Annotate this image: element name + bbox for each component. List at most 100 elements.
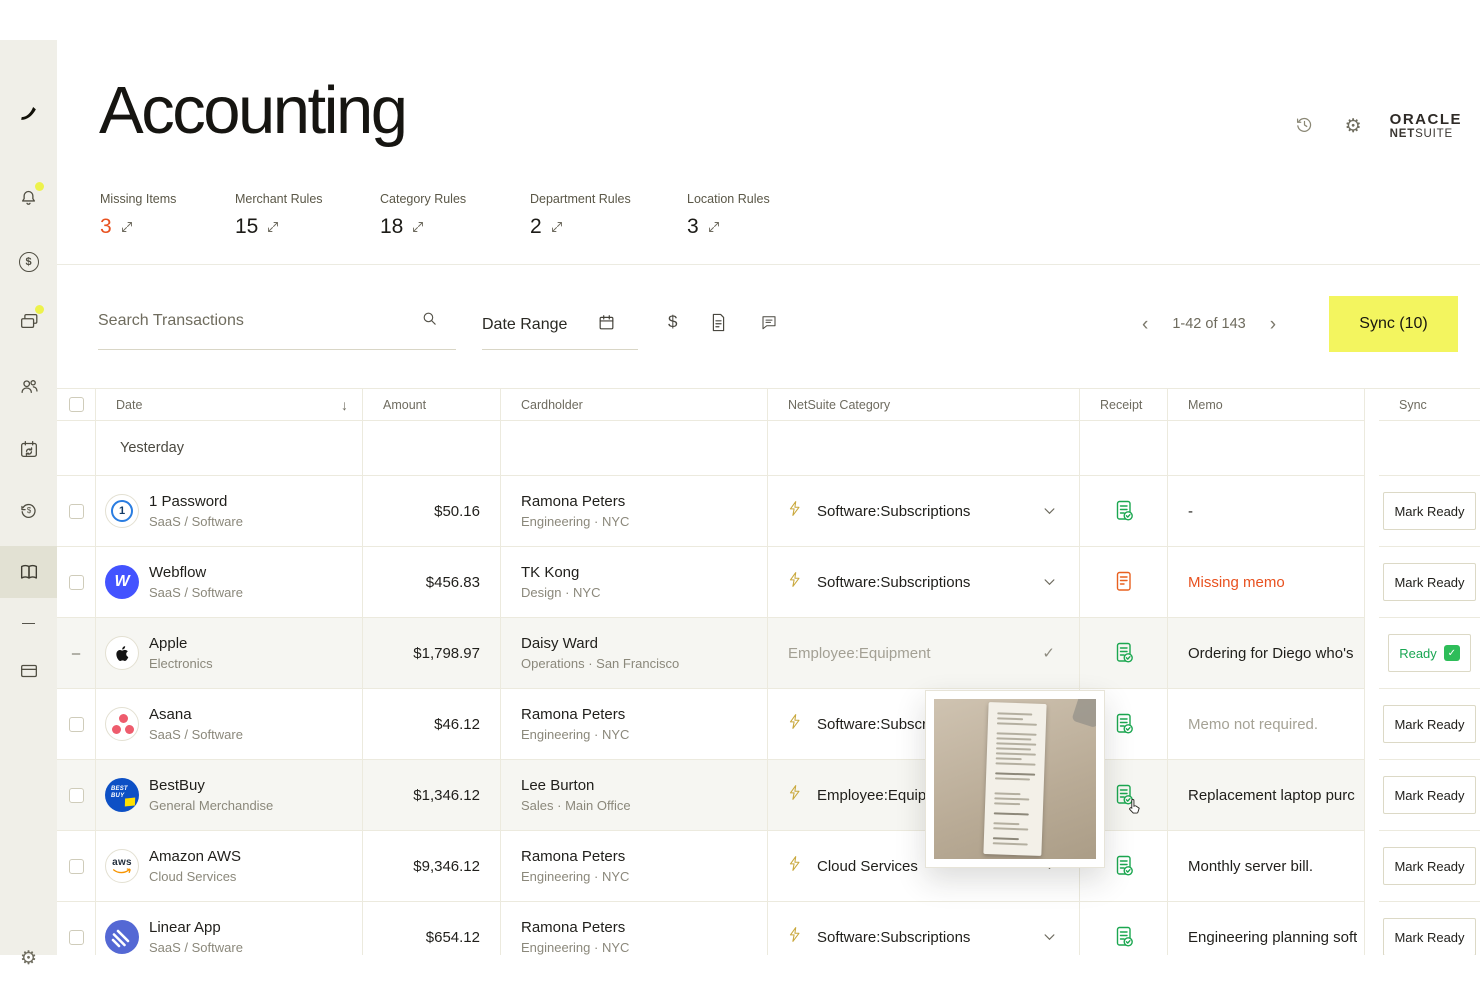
sync-history-button[interactable] (1292, 112, 1317, 140)
row-checkbox[interactable] (69, 930, 84, 945)
amount-cell: $9,346.12 (363, 831, 501, 902)
next-page-button[interactable]: › (1266, 315, 1280, 334)
sidebar-item-people[interactable] (0, 363, 57, 409)
receipt-photo (934, 699, 1096, 859)
receipt-preview-button[interactable] (1114, 642, 1134, 664)
row-indeterminate-mark[interactable]: – (72, 645, 80, 662)
amount-cell: $50.16 (363, 476, 501, 547)
category-select[interactable]: Software:Subscriptions (817, 574, 1028, 591)
memo-value[interactable]: Monthly server bill. (1188, 858, 1313, 875)
stat-merchant-rules: Merchant Rules 15 (235, 192, 323, 239)
merchant-logo-webflow: W (105, 565, 139, 599)
receipt-ok-icon (1114, 936, 1134, 951)
sidebar-item-reimbursements[interactable]: $ (0, 487, 57, 533)
row-checkbox[interactable] (69, 717, 84, 732)
receipt-missing-button[interactable] (1114, 571, 1134, 593)
mark-ready-button[interactable]: Mark Ready (1383, 705, 1475, 743)
receipt-ok-icon (1114, 723, 1134, 738)
memo-value[interactable]: - (1188, 503, 1193, 520)
expand-icon[interactable] (267, 221, 279, 233)
dollar-circle-icon: $ (19, 252, 39, 272)
column-header-memo[interactable]: Memo (1168, 389, 1365, 421)
row-checkbox[interactable] (69, 788, 84, 803)
receipt-preview-button[interactable] (1114, 713, 1134, 735)
expand-icon[interactable] (412, 221, 424, 233)
expand-icon[interactable] (121, 221, 133, 233)
expand-icon[interactable] (708, 221, 720, 233)
calendar-icon (597, 313, 616, 337)
auto-categorized-bolt-icon (788, 784, 801, 806)
auto-categorized-bolt-icon (788, 855, 801, 877)
book-icon (18, 561, 40, 583)
app-logo[interactable] (0, 90, 57, 136)
table-row: BESTBUY BestBuyGeneral Merchandise $1,34… (57, 760, 1480, 831)
mark-ready-button[interactable]: Mark Ready (1383, 776, 1475, 814)
row-checkbox[interactable] (69, 859, 84, 874)
ready-button[interactable]: Ready✓ (1388, 634, 1471, 672)
header-actions: ⚙ ORACLE NETSUITE (1292, 112, 1462, 140)
category-select[interactable]: Software:Subscriptions (817, 503, 1028, 520)
category-select[interactable]: Software:Subscriptions (817, 929, 1028, 946)
receipt-paper (983, 702, 1046, 856)
stat-department-rules: Department Rules 2 (530, 192, 631, 239)
expand-icon[interactable] (551, 221, 563, 233)
date-range-picker[interactable]: Date Range (482, 300, 638, 350)
table-row: aws Amazon AWSCloud Services $9,346.12 R… (57, 831, 1480, 902)
svg-text:$: $ (26, 506, 31, 515)
column-header-category[interactable]: NetSuite Category (768, 389, 1080, 421)
notification-badge (35, 182, 44, 191)
receipt-preview-button[interactable] (1114, 855, 1134, 877)
sidebar-item-settings[interactable]: ⚙ (0, 935, 57, 981)
column-header-cardholder[interactable]: Cardholder (501, 389, 768, 421)
chevron-down-icon[interactable] (1044, 573, 1055, 591)
row-checkbox[interactable] (69, 575, 84, 590)
memo-filter-button[interactable] (760, 313, 778, 331)
hand-pointer-cursor-icon (1127, 798, 1142, 815)
receipt-preview-button[interactable] (1114, 500, 1134, 522)
stat-category-rules: Category Rules 18 (380, 192, 466, 239)
sidebar-item-notifications[interactable] (0, 175, 57, 221)
receipt-preview-button[interactable] (1114, 926, 1134, 948)
settings-button[interactable]: ⚙ (1343, 115, 1364, 138)
amount-filter-button[interactable]: $ (668, 322, 677, 323)
column-header-receipt[interactable]: Receipt (1080, 389, 1168, 421)
memo-value[interactable]: Engineering planning soft (1188, 929, 1357, 946)
mark-ready-button[interactable]: Mark Ready (1383, 492, 1475, 530)
pagination-range: 1-42 of 143 (1172, 316, 1245, 332)
sidebar-item-banking[interactable] (0, 648, 57, 694)
sidebar-item-more[interactable] (0, 600, 57, 646)
auto-categorized-bolt-icon (788, 713, 801, 735)
sync-button[interactable]: Sync (10) (1329, 296, 1458, 352)
sort-descending-icon[interactable]: ↓ (341, 397, 348, 413)
stat-label: Missing Items (100, 192, 176, 206)
sidebar-item-payments[interactable]: $ (0, 239, 57, 285)
cardholder-info: Design · NYC (521, 585, 600, 600)
mark-ready-button[interactable]: Mark Ready (1383, 847, 1475, 885)
mark-ready-button[interactable]: Mark Ready (1383, 918, 1475, 955)
cardholder-name: Ramona Peters (521, 846, 629, 868)
select-all-checkbox[interactable] (69, 397, 84, 412)
chevron-down-icon[interactable] (1044, 928, 1055, 946)
receipt-preview-button-hovered[interactable] (1114, 784, 1134, 806)
memo-value[interactable]: Ordering for Diego who's (1188, 645, 1353, 662)
column-header-amount[interactable]: Amount (363, 389, 501, 421)
memo-value[interactable]: Replacement laptop purc (1188, 787, 1355, 804)
category-confirmed: Employee:Equipment (788, 645, 1026, 662)
receipt-filter-button[interactable] (710, 313, 727, 332)
row-checkbox[interactable] (69, 504, 84, 519)
prev-page-button[interactable]: ‹ (1138, 315, 1152, 334)
search-button[interactable] (421, 310, 438, 327)
mark-ready-button[interactable]: Mark Ready (1383, 563, 1475, 601)
column-header-date[interactable]: Date ↓ (96, 389, 363, 421)
search-input[interactable] (98, 300, 408, 342)
table-row: 1 1 PasswordSaaS / Software $50.16 Ramon… (57, 476, 1480, 547)
stat-label: Merchant Rules (235, 192, 323, 206)
sidebar-item-accounting[interactable] (0, 546, 57, 598)
chevron-down-icon[interactable] (1044, 502, 1055, 520)
date-group-row: Yesterday (57, 421, 1480, 476)
memo-missing-link[interactable]: Missing memo (1188, 574, 1285, 591)
auto-categorized-bolt-icon (788, 926, 801, 948)
sidebar-item-scheduled[interactable] (0, 426, 57, 472)
auto-categorized-bolt-icon (788, 500, 801, 522)
sidebar-item-cards[interactable] (0, 298, 57, 344)
